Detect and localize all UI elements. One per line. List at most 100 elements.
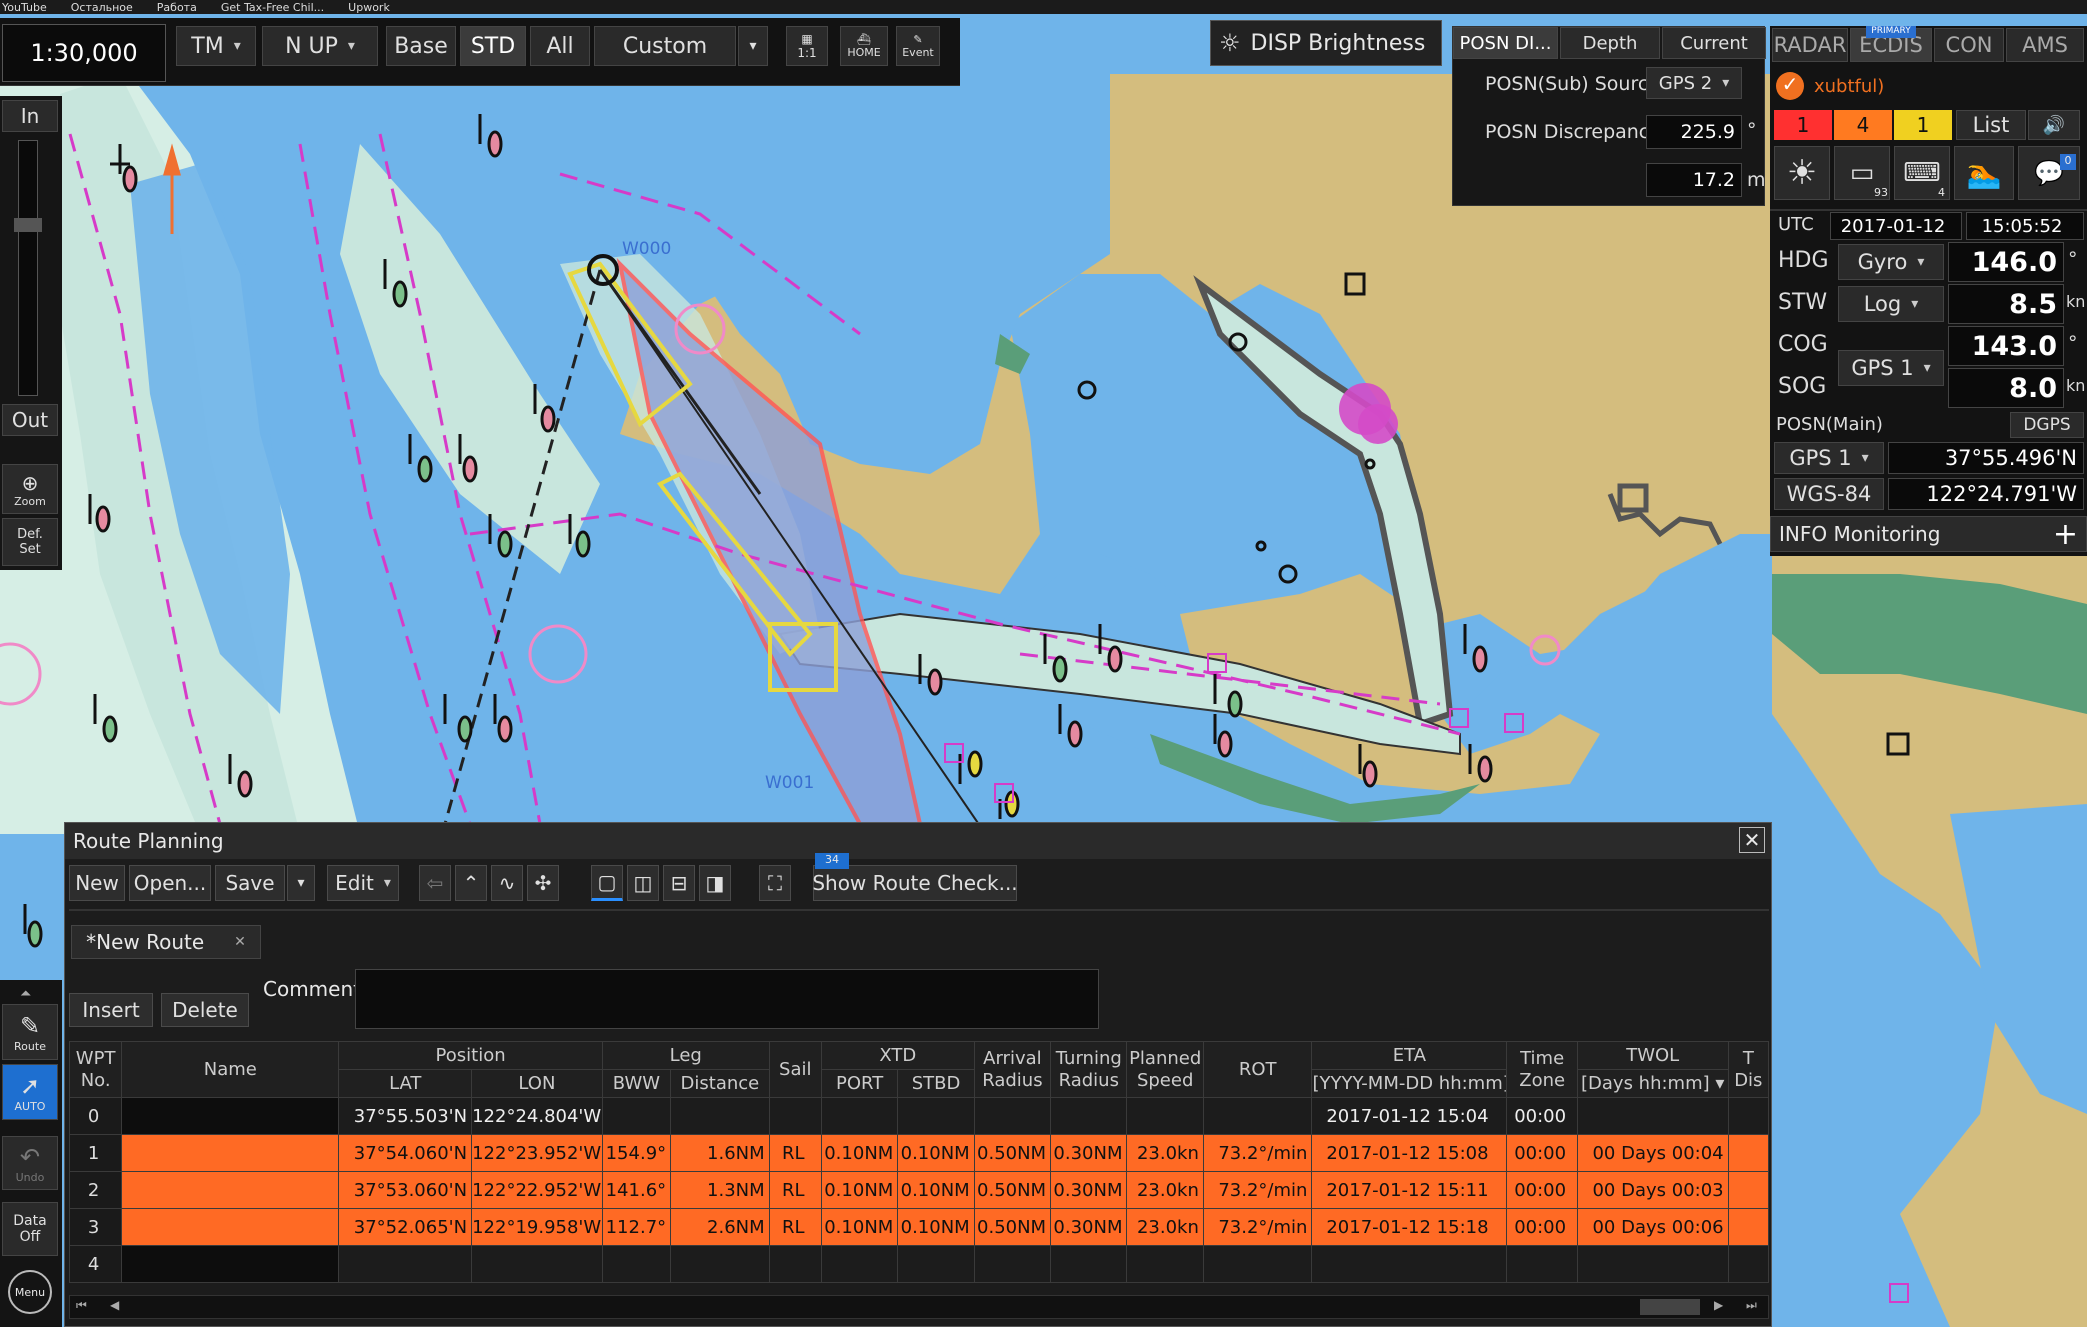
posn-source-select[interactable]: GPS 1 xyxy=(1774,442,1884,474)
cell-port[interactable]: 0.10NM xyxy=(820,1171,899,1209)
cell-name[interactable] xyxy=(121,1134,340,1172)
route-connect-icon[interactable]: ✣ xyxy=(527,865,559,901)
layout-single-icon[interactable]: ▢ xyxy=(591,865,623,901)
cell-sail[interactable]: RL xyxy=(768,1171,822,1209)
cell-name[interactable] xyxy=(121,1245,340,1283)
cell-no[interactable]: 3 xyxy=(68,1208,123,1246)
tab-depth[interactable]: Depth xyxy=(1560,27,1660,59)
cell-total-distance[interactable] xyxy=(1727,1134,1770,1172)
back-icon[interactable]: ⇦ xyxy=(419,865,451,901)
cell-speed[interactable]: 23.0kn xyxy=(1126,1171,1204,1209)
comment-input[interactable] xyxy=(355,969,1099,1029)
cell-total-distance[interactable] xyxy=(1727,1208,1770,1246)
custom-dropdown-button[interactable]: ▾ xyxy=(738,26,768,66)
tab-ams[interactable]: AMS xyxy=(2006,28,2084,62)
cell-sail[interactable]: RL xyxy=(768,1134,822,1172)
cell-arr[interactable]: 0.50NM xyxy=(973,1134,1052,1172)
cell-eta[interactable] xyxy=(1311,1245,1508,1283)
port-header[interactable]: PORT xyxy=(820,1069,899,1098)
wpt-header[interactable]: WPT No. xyxy=(68,1041,123,1098)
cell-lon[interactable]: 122°24.804'W xyxy=(471,1097,603,1135)
plus-icon[interactable]: + xyxy=(2053,517,2078,552)
twol-format-select[interactable]: [Days hh:mm] ▾ xyxy=(1576,1069,1729,1098)
cell-arr[interactable]: 0.50NM xyxy=(973,1171,1052,1209)
table-row[interactable]: 4 xyxy=(68,1245,1770,1283)
data-off-button[interactable]: Data Off xyxy=(2,1202,58,1256)
cell-turn[interactable]: 0.30NM xyxy=(1050,1171,1128,1209)
info-monitoring-bar[interactable]: INFO Monitoring + xyxy=(1770,516,2087,552)
alert-message[interactable]: xubtful) xyxy=(1814,76,1884,97)
cell-name[interactable] xyxy=(121,1171,340,1209)
posn-sub-source-select[interactable]: GPS 2 xyxy=(1646,67,1742,99)
cell-twol[interactable] xyxy=(1576,1245,1729,1283)
cell-total-distance[interactable] xyxy=(1727,1245,1770,1283)
def-set-button[interactable]: Def. Set xyxy=(2,518,58,566)
name-header[interactable]: Name xyxy=(121,1041,340,1098)
collapse-icon[interactable]: ⏶ xyxy=(20,986,31,1002)
cell-stbd[interactable]: 0.10NM xyxy=(897,1134,975,1172)
cell-lat[interactable]: 37°53.060'N xyxy=(338,1171,473,1209)
table-row[interactable]: 2 37°53.060'N 122°22.952'W 141.6° 1.3NM RL 0.1… xyxy=(68,1171,1770,1209)
menu-button[interactable]: Menu xyxy=(8,1270,52,1314)
cell-total-distance[interactable] xyxy=(1727,1097,1770,1135)
cell-name[interactable] xyxy=(121,1208,340,1246)
eta-format-header[interactable]: [YYYY-MM-DD hh:mm] xyxy=(1311,1069,1508,1098)
alert-list-button[interactable]: List xyxy=(1956,110,2026,140)
speaker-icon[interactable]: 🔊 xyxy=(2028,110,2080,140)
cell-dist[interactable]: 1.6NM xyxy=(670,1134,770,1172)
table-row[interactable]: 1 37°54.060'N 122°23.952'W 154.9° 1.6NM RL 0.1… xyxy=(68,1134,1770,1172)
insert-button[interactable]: Insert xyxy=(69,993,153,1027)
open-route-button[interactable]: Open... xyxy=(129,865,211,901)
cell-lon[interactable]: 122°22.952'W xyxy=(471,1171,603,1209)
scroll-left-icon[interactable]: ◀ xyxy=(110,1298,119,1312)
route-tab[interactable]: *New Route ✕ xyxy=(71,925,261,959)
cell-bww[interactable]: 141.6° xyxy=(601,1171,672,1209)
cell-lat[interactable]: 37°52.065'N xyxy=(338,1208,473,1246)
cell-turn[interactable] xyxy=(1050,1097,1128,1135)
motion-mode-select[interactable]: TM xyxy=(176,26,256,66)
cell-tz[interactable]: 00:00 xyxy=(1506,1171,1578,1209)
save-dropdown-button[interactable]: ▾ xyxy=(287,865,315,901)
display-all-button[interactable]: All xyxy=(530,26,590,66)
bookmark-work[interactable]: Работа xyxy=(157,1,197,14)
cell-rot[interactable] xyxy=(1202,1245,1313,1283)
cell-eta[interactable]: 2017-01-12 15:11 xyxy=(1311,1171,1508,1209)
hdg-source-select[interactable]: Gyro xyxy=(1838,244,1944,280)
layout-side-icon[interactable]: ◨ xyxy=(699,865,731,901)
bookmark-tax[interactable]: Get Tax-Free Chil... xyxy=(221,1,324,14)
orientation-select[interactable]: N UP xyxy=(262,26,378,66)
cell-sail[interactable]: RL xyxy=(768,1208,822,1246)
cell-rot[interactable]: 73.2°/min xyxy=(1202,1208,1313,1246)
cell-eta[interactable]: 2017-01-12 15:08 xyxy=(1311,1134,1508,1172)
auto-tool-button[interactable]: ➚ AUTO xyxy=(2,1064,58,1120)
cell-no[interactable]: 2 xyxy=(68,1171,123,1209)
cell-turn[interactable]: 0.30NM xyxy=(1050,1134,1128,1172)
scroll-last-icon[interactable]: ⏭ xyxy=(1746,1298,1757,1313)
delete-button[interactable]: Delete xyxy=(161,993,249,1027)
cell-stbd[interactable] xyxy=(897,1097,975,1135)
cell-dist[interactable] xyxy=(670,1097,770,1135)
table-row[interactable]: 0 37°55.503'N 122°24.804'W 2017-01-12 15:04… xyxy=(68,1097,1770,1135)
planned-speed-header[interactable]: Planned Speed xyxy=(1126,1041,1204,1098)
bookmark-youtube[interactable]: YouTube xyxy=(2,1,47,14)
distance-header[interactable]: Distance xyxy=(670,1069,770,1098)
cell-twol[interactable] xyxy=(1576,1097,1729,1135)
cell-bww[interactable]: 154.9° xyxy=(601,1134,672,1172)
display-std-button[interactable]: STD xyxy=(460,26,526,66)
lat-header[interactable]: LAT xyxy=(338,1069,473,1098)
sail-header[interactable]: Sail xyxy=(768,1041,822,1098)
tab-posn-di[interactable]: POSN DI... xyxy=(1453,27,1558,59)
cell-no[interactable]: 0 xyxy=(68,1097,123,1135)
cell-tz[interactable] xyxy=(1506,1245,1578,1283)
lon-header[interactable]: LON xyxy=(471,1069,603,1098)
stbd-header[interactable]: STBD xyxy=(897,1069,975,1098)
layout-vertical-icon[interactable]: ◫ xyxy=(627,865,659,901)
cell-rot[interactable]: 73.2°/min xyxy=(1202,1171,1313,1209)
cog-sog-source-select[interactable]: GPS 1 xyxy=(1838,350,1944,386)
cell-tz[interactable]: 00:00 xyxy=(1506,1134,1578,1172)
rot-header[interactable]: ROT xyxy=(1202,1041,1313,1098)
horizontal-scrollbar[interactable]: ⏮ ◀ ▶ ⏭ xyxy=(69,1295,1769,1319)
cell-bww[interactable] xyxy=(601,1097,672,1135)
tab-close-icon[interactable]: ✕ xyxy=(234,934,246,950)
cell-twol[interactable]: 00 Days 00:04 xyxy=(1576,1134,1729,1172)
